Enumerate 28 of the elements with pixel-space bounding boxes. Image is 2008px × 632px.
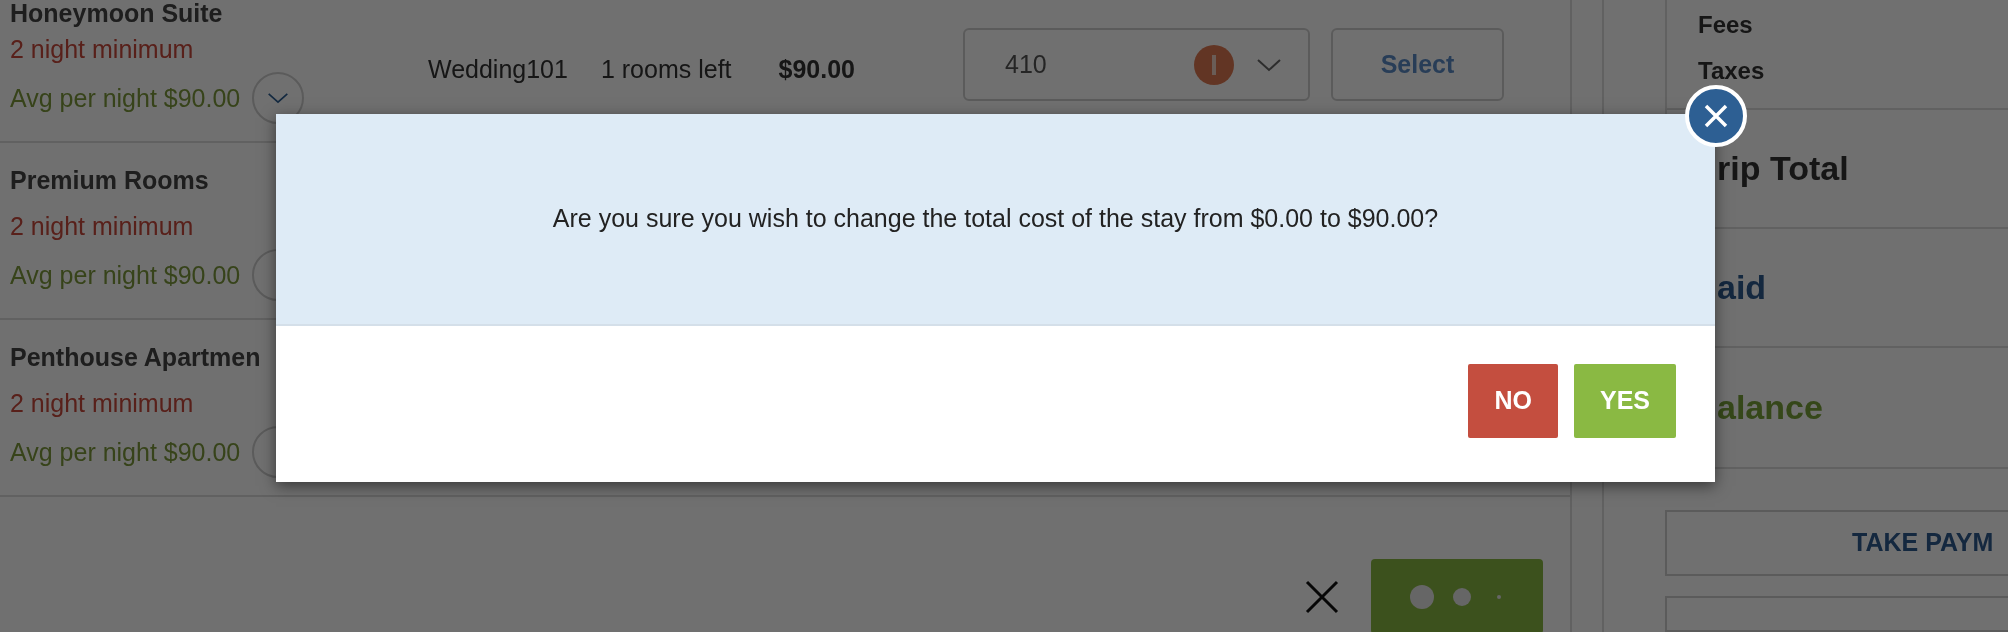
close-icon xyxy=(1704,104,1728,128)
promo-code: Wedding101 xyxy=(428,54,568,85)
chevron-down-icon xyxy=(1256,56,1282,73)
total-label: alance xyxy=(1717,387,1823,428)
minimum-stay: 2 night minimum xyxy=(10,388,195,419)
charge-label: Fees xyxy=(1698,10,1754,40)
room-name: Premium Rooms xyxy=(10,165,210,196)
take-payment-button[interactable]: TAKE PAYM xyxy=(1665,510,2008,577)
charge-label: Taxes xyxy=(1698,56,1766,86)
alert-icon xyxy=(1194,44,1234,85)
rooms-left: 1 rooms left xyxy=(600,54,732,85)
average-price: Avg per night $90.00 xyxy=(10,437,241,468)
average-price: Avg per night $90.00 xyxy=(10,83,241,114)
room-name: Honeymoon Suite xyxy=(10,0,224,26)
minimum-stay: 2 night minimum xyxy=(10,34,195,65)
total-label: aid xyxy=(1717,267,1767,308)
chevron-down-icon xyxy=(267,91,290,105)
close-icon[interactable] xyxy=(1305,579,1339,614)
total-label: rip Total xyxy=(1717,148,1849,189)
yes-button[interactable]: YES xyxy=(1573,364,1676,438)
room-name: Penthouse Apartmen xyxy=(10,342,262,373)
average-price: Avg per night $90.00 xyxy=(10,260,241,291)
dialog-message: Are you sure you wish to change the total cost of the stay from $0.00 to $90.00? xyxy=(552,203,1439,235)
select-button[interactable]: Select xyxy=(1331,28,1504,101)
room-select[interactable]: 410 xyxy=(963,28,1310,101)
room-price: $90.00 xyxy=(778,54,855,85)
minimum-stay: 2 night minimum xyxy=(10,211,195,242)
no-button[interactable]: NO xyxy=(1468,364,1558,438)
